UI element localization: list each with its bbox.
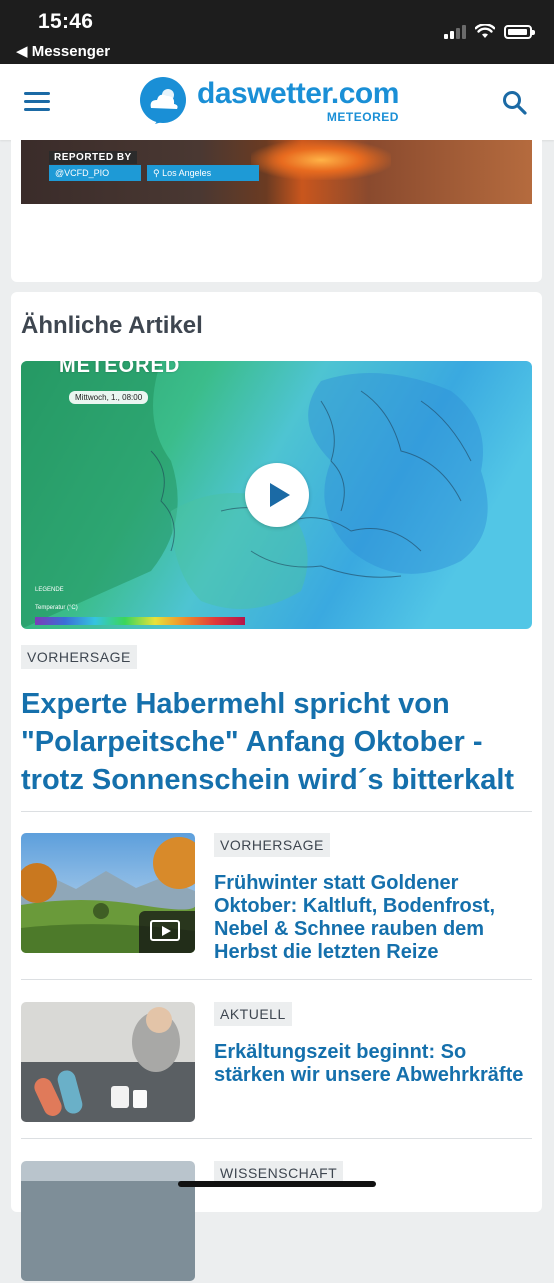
battery-icon — [504, 24, 535, 39]
category-badge[interactable]: VORHERSAGE — [21, 645, 137, 669]
category-badge[interactable]: AKTUELL — [214, 1002, 292, 1026]
video-icon — [139, 911, 195, 953]
article-list-item[interactable]: WISSENSCHAFT — [21, 1161, 532, 1283]
divider — [21, 1138, 532, 1139]
logo-wordmark: daswetter.com — [197, 77, 399, 110]
video-card: REPORTED BY @VCFD_PIO ⚲ Los Angeles — [11, 140, 542, 282]
autumn-landscape-thumbnail — [21, 833, 195, 953]
article-list-item[interactable]: AKTUELL Erkältungszeit beginnt: So stärk… — [21, 1002, 532, 1124]
site-logo[interactable]: daswetter.com METEORED — [139, 74, 399, 128]
back-to-app-link[interactable]: ◀ Messenger — [16, 42, 110, 60]
article-title[interactable]: Frühwinter statt Goldener Oktober: Kaltl… — [214, 872, 530, 964]
home-indicator[interactable] — [178, 1181, 376, 1187]
map-timestamp: Mittwoch, 1., 08:00 — [69, 391, 149, 404]
meteored-watermark: METEORED — [59, 361, 181, 377]
play-button-icon[interactable] — [245, 463, 309, 527]
divider — [21, 979, 532, 980]
category-badge[interactable]: VORHERSAGE — [214, 833, 330, 857]
temperature-color-scale — [35, 617, 245, 625]
map-legend-label: LEGENDE — [35, 587, 64, 593]
location-pin-icon: ⚲ — [153, 168, 163, 178]
wifi-icon — [475, 24, 495, 38]
status-bar: 15:46 ◀ Messenger — [0, 0, 554, 64]
cold-season-thumbnail — [21, 1002, 195, 1122]
temperature-scale-label: Temperatur (°C) — [35, 605, 78, 611]
lead-article-video[interactable]: METEORED Mittwoch, 1., 08:00 LEGENDE Tem… — [21, 361, 532, 629]
divider — [21, 811, 532, 812]
related-articles-card: Ähnliche Artikel METEORED Mittwoch, 1., … — [11, 292, 542, 1281]
science-thumbnail — [21, 1161, 195, 1281]
cellular-signal-icon — [444, 24, 466, 39]
related-articles-heading: Ähnliche Artikel — [21, 312, 203, 339]
reporter-handle: @VCFD_PIO — [49, 165, 141, 181]
article-title[interactable]: Erkältungszeit beginnt: So stärken wir u… — [214, 1041, 530, 1087]
status-icons — [444, 24, 535, 39]
menu-button[interactable] — [24, 92, 52, 112]
wildfire-video-frame[interactable]: REPORTED BY @VCFD_PIO ⚲ Los Angeles — [21, 140, 532, 204]
search-icon[interactable] — [502, 90, 528, 116]
video-location-text: Los Angeles — [162, 168, 212, 178]
video-location: ⚲ Los Angeles — [147, 165, 259, 181]
article-list-item[interactable]: VORHERSAGE Frühwinter statt Goldener Okt… — [21, 833, 532, 963]
cloud-logo-icon — [140, 77, 186, 124]
lead-article-title[interactable]: Experte Habermehl spricht von "Polarpeit… — [21, 685, 536, 799]
reported-by-label: REPORTED BY — [49, 151, 137, 164]
site-header: daswetter.com METEORED — [0, 64, 554, 140]
logo-subbrand: METEORED — [326, 110, 399, 124]
status-time: 15:46 — [38, 10, 94, 33]
